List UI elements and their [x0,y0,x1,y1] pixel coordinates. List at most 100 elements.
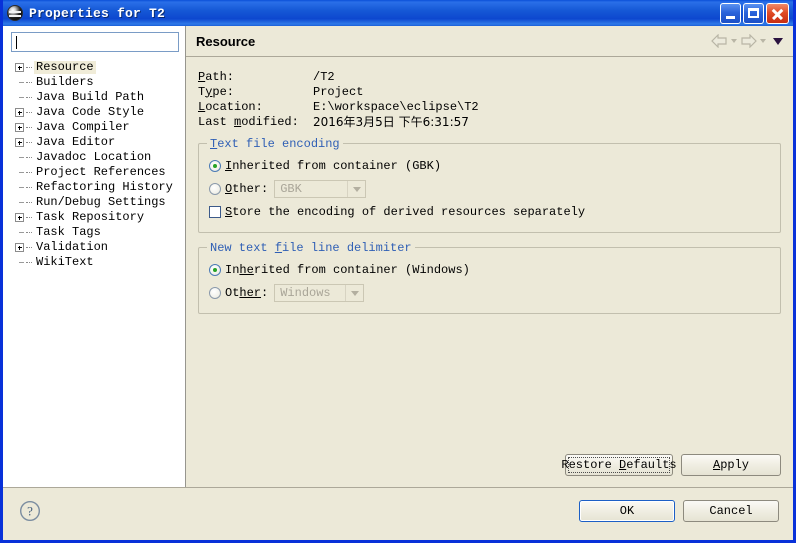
encoding-inherited-row[interactable]: Inherited from container (GBK) [209,156,770,176]
tree-item-task-tags[interactable]: Task Tags [15,225,185,240]
tree-item-java-compiler[interactable]: Java Compiler [15,120,185,135]
page-title: Resource [196,33,256,49]
path-value: /T2 [313,69,335,84]
tree-connector [26,66,32,69]
tree-item-label: Java Build Path [36,90,145,104]
text-file-encoding-group: Text file encoding Inherited from contai… [198,137,781,233]
forward-arrow-icon[interactable] [740,34,757,48]
tree-connector [26,201,32,204]
tree-item-javadoc-location[interactable]: Javadoc Location [15,150,185,165]
tree-connector [26,261,32,264]
delimiter-inherited-label: Inherited from container (Windows) [225,263,470,277]
tree-spacer [15,258,24,267]
chevron-down-icon [350,290,359,296]
page-nav-controls [711,34,783,48]
tree-item-java-build-path[interactable]: Java Build Path [15,90,185,105]
tree-item-project-references[interactable]: Project References [15,165,185,180]
tree-item-builders[interactable]: Builders [15,75,185,90]
tree-item-label: Builders [36,75,94,89]
text-caret [16,36,17,49]
tree-item-wikitext[interactable]: WikiText [15,255,185,270]
expand-plus-icon[interactable] [15,213,24,222]
back-arrow-icon[interactable] [711,34,728,48]
encoding-inherited-radio[interactable] [209,160,221,172]
info-row-path: Path: /T2 [198,69,781,84]
resource-info-grid: Path: /T2 Type: Project Location: E:\wor… [198,69,781,130]
close-button[interactable] [766,2,789,24]
encoding-combo-value: GBK [280,182,302,196]
delimiter-combo-button[interactable] [345,285,363,301]
line-delimiter-group: New text file line delimiter Inherited f… [198,241,781,314]
minimize-button[interactable] [720,2,741,24]
ok-button[interactable]: OK [579,500,675,522]
last-modified-value: 2016年3月5日 下午6:31:57 [313,115,469,129]
maximize-icon [748,7,759,18]
tree-item-label: Task Repository [36,210,145,224]
maximize-button[interactable] [743,2,764,24]
tree-item-label: Java Compiler [36,120,130,134]
dialog-buttons: OK Cancel [579,500,779,522]
cancel-button[interactable]: Cancel [683,500,779,522]
tree-item-label: Java Editor [36,135,116,149]
chevron-down-icon[interactable] [773,37,783,45]
tree-item-validation[interactable]: Validation [15,240,185,255]
window-controls [720,2,789,24]
store-encoding-checkbox[interactable] [209,206,221,218]
encoding-combo[interactable]: GBK [274,180,367,198]
page-action-buttons: Restore Defaults Apply [561,454,781,476]
info-row-last-modified: Last modified: 2016年3月5日 下午6:31:57 [198,114,781,130]
type-value: Project [313,84,364,99]
tree-item-java-code-style[interactable]: Java Code Style [15,105,185,120]
window-title: Properties for T2 [29,5,166,21]
filter-box[interactable] [11,32,179,52]
encoding-combo-button[interactable] [347,181,365,197]
tree-item-task-repository[interactable]: Task Repository [15,210,185,225]
tree-spacer [15,168,24,177]
filter-input[interactable] [18,35,168,49]
type-label: Type: [198,84,235,99]
encoding-other-label: Other: [225,182,269,196]
expand-plus-icon[interactable] [15,63,24,72]
encoding-other-row[interactable]: Other: GBK [209,179,770,199]
expand-plus-icon[interactable] [15,108,24,117]
encoding-inherited-label: Inherited from container (GBK) [225,159,442,173]
store-encoding-row[interactable]: Store the encoding of derived resources … [209,202,770,222]
tree-item-label: Run/Debug Settings [36,195,166,209]
restore-defaults-button[interactable]: Restore Defaults [561,454,677,476]
delimiter-inherited-row[interactable]: Inherited from container (Windows) [209,260,770,280]
help-question-icon[interactable]: ? [19,500,41,522]
title-bar[interactable]: Properties for T2 [3,0,793,26]
restore-defaults-label: Restore Defaults [561,458,677,472]
delimiter-combo[interactable]: Windows [274,284,365,302]
tree-item-resource[interactable]: Resource [15,60,185,75]
expand-plus-icon[interactable] [15,123,24,132]
tree-item-java-editor[interactable]: Java Editor [15,135,185,150]
encoding-other-radio[interactable] [209,183,221,195]
tree-connector [26,231,32,234]
location-value: E:\workspace\eclipse\T2 [313,99,479,114]
apply-button[interactable]: Apply [681,454,781,476]
back-dropdown-icon[interactable] [731,39,737,43]
delimiter-other-row[interactable]: Other: Windows [209,283,770,303]
tree-item-label: Resource [34,60,96,74]
tree-connector [26,81,32,84]
eclipse-properties-icon [7,5,23,21]
apply-label: Apply [712,458,749,472]
forward-dropdown-icon[interactable] [760,39,766,43]
path-label: Path: [198,69,235,84]
tree-item-refactoring-history[interactable]: Refactoring History [15,180,185,195]
info-row-location: Location: E:\workspace\eclipse\T2 [198,99,781,114]
tree-connector [26,126,32,129]
expand-plus-icon[interactable] [15,138,24,147]
delimiter-other-radio[interactable] [209,287,221,299]
tree-item-run-debug-settings[interactable]: Run/Debug Settings [15,195,185,210]
tree-spacer [15,183,24,192]
delimiter-other-label: Other: [225,286,269,300]
expand-plus-icon[interactable] [15,243,24,252]
delimiter-inherited-radio[interactable] [209,264,221,276]
delimiter-combo-value: Windows [280,286,331,300]
text-file-encoding-title: Text file encoding [207,137,343,151]
tree-spacer [15,93,24,102]
tree-item-label: Task Tags [36,225,101,239]
tree-item-label: Refactoring History [36,180,173,194]
